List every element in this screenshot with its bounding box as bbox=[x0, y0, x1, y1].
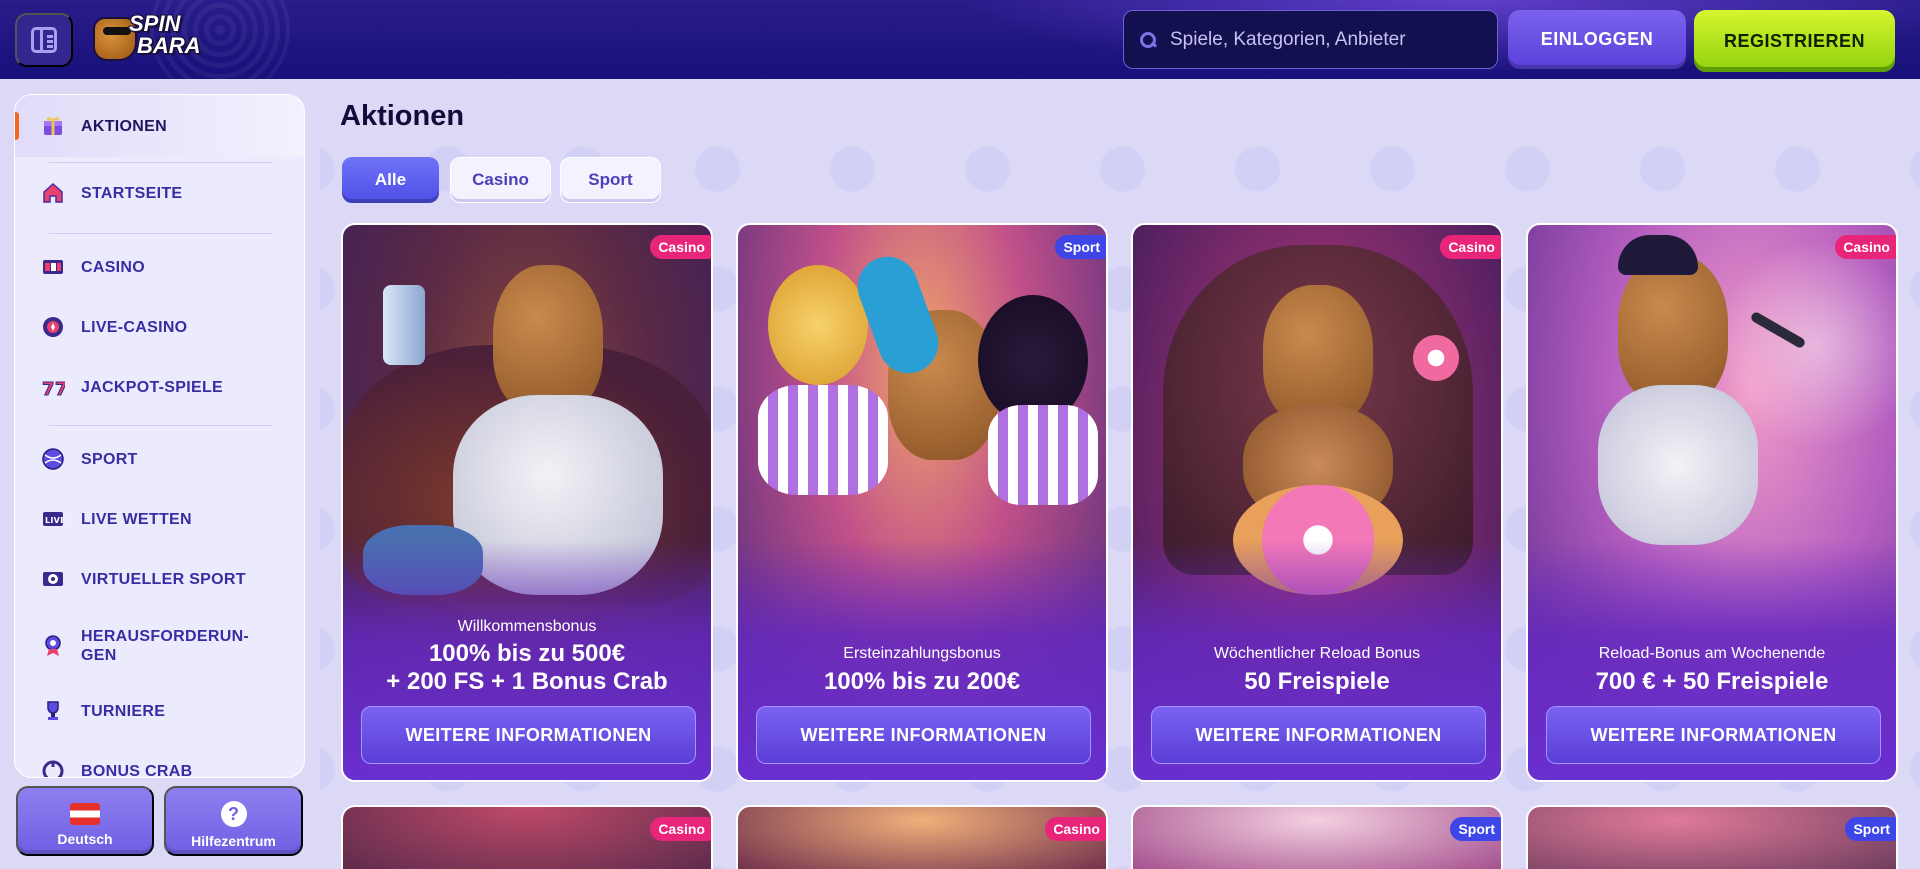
sidebar-item-startseite[interactable]: STARTSEITE bbox=[15, 167, 304, 219]
sidebar-item-bonus-crab[interactable]: BONUS CRAB bbox=[15, 745, 304, 778]
sidebar-divider bbox=[49, 233, 273, 234]
language-button[interactable]: Deutsch bbox=[16, 786, 154, 856]
filter-tab-sport[interactable]: Sport bbox=[560, 157, 661, 203]
sidebar-item-virtueller-sport[interactable]: VIRTUELLER SPORT bbox=[15, 553, 304, 605]
promotions-icon bbox=[41, 114, 65, 138]
help-label: Hilfezentrum bbox=[191, 833, 276, 849]
spinbara-logo[interactable]: SPIN BARA bbox=[93, 13, 223, 63]
category-tag-casino: Casino bbox=[1835, 235, 1896, 259]
card-subtitle: Willkommensbonus bbox=[457, 618, 597, 635]
sidebar-item-label: TURNIERE bbox=[81, 702, 166, 720]
help-center-button[interactable]: ? Hilfezentrum bbox=[164, 786, 303, 856]
sidebar-panel-icon bbox=[31, 27, 57, 53]
card-subtitle: Ersteinzahlungsbonus bbox=[843, 645, 1001, 662]
promo-card-weekend-reload[interactable]: Casino Reload-Bonus am Wochenende 700 € … bbox=[1526, 223, 1898, 782]
register-button[interactable]: REGISTRIEREN bbox=[1694, 10, 1895, 72]
challenges-icon bbox=[41, 634, 65, 658]
category-tag-sport: Sport bbox=[1055, 235, 1106, 259]
promo-card-weekly-reload[interactable]: Casino Wöchentlicher Reload Bonus 50 Fre… bbox=[1131, 223, 1503, 782]
sidebar-item-label: VIRTUELLER SPORT bbox=[81, 570, 246, 588]
logo-wordmark: SPIN BARA bbox=[129, 13, 201, 57]
logo-text-top: SPIN bbox=[129, 11, 181, 36]
card-subtitle: Reload-Bonus am Wochenende bbox=[1598, 645, 1826, 662]
svg-text:LIVE: LIVE bbox=[45, 516, 65, 525]
sidebar-item-aktionen[interactable]: AKTIONEN bbox=[15, 95, 304, 157]
promo-card-row2-1[interactable]: Casino bbox=[341, 805, 713, 869]
promo-card-row2-4[interactable]: Sport bbox=[1526, 805, 1898, 869]
more-info-button[interactable]: WEITERE INFORMATIONEN bbox=[1546, 706, 1881, 764]
login-button[interactable]: EINLOGGEN bbox=[1508, 10, 1686, 69]
sidebar-item-turniere[interactable]: TURNIERE bbox=[15, 685, 304, 737]
card-headline: 100% bis zu 200€ bbox=[823, 668, 1021, 695]
help-question-icon: ? bbox=[220, 801, 247, 827]
card-headline: 700 € + 50 Freispiele bbox=[1595, 668, 1829, 695]
virtual-sport-icon bbox=[41, 567, 65, 591]
casino-icon bbox=[41, 255, 65, 279]
category-tag-sport: Sport bbox=[1845, 817, 1896, 841]
sidebar-item-label: BONUS CRAB bbox=[81, 762, 193, 778]
sidebar-item-jackpot-spiele[interactable]: 77 JACKPOT-SPIELE bbox=[15, 361, 304, 413]
sidebar-item-sport[interactable]: SPORT bbox=[15, 433, 304, 485]
more-info-button[interactable]: WEITERE INFORMATIONEN bbox=[756, 706, 1091, 764]
card-headline-secondary: + 200 FS + 1 Bonus Crab bbox=[386, 668, 668, 695]
search-input[interactable] bbox=[1170, 28, 1470, 51]
sidebar-item-label: LIVE-CASINO bbox=[81, 318, 188, 336]
home-icon bbox=[41, 181, 65, 205]
card-headline: 100% bis zu 500€ bbox=[428, 640, 626, 667]
promo-card-row2-2[interactable]: Casino bbox=[736, 805, 1108, 869]
jackpot-icon: 77 bbox=[41, 375, 66, 400]
card-headline: 50 Freispiele bbox=[1244, 668, 1390, 695]
live-casino-icon bbox=[41, 315, 65, 339]
sidebar-divider bbox=[49, 425, 273, 426]
mascot-sunglasses bbox=[103, 27, 131, 35]
sidebar-item-label: SPORT bbox=[81, 450, 138, 468]
sidebar-divider bbox=[49, 162, 273, 163]
filter-tab-casino[interactable]: Casino bbox=[450, 157, 551, 203]
card-subtitle: Wöchentlicher Reload Bonus bbox=[1213, 645, 1421, 662]
sidebar-nav: AKTIONEN STARTSEITE CASINO LIVE-CASINO 7… bbox=[14, 94, 305, 778]
page-title: Aktionen bbox=[340, 100, 465, 132]
category-tag-sport: Sport bbox=[1450, 817, 1501, 841]
austria-flag-icon bbox=[70, 803, 100, 825]
sidebar-item-label: STARTSEITE bbox=[81, 184, 183, 202]
sport-ball-icon bbox=[41, 447, 65, 471]
sidebar-item-casino[interactable]: CASINO bbox=[15, 241, 304, 293]
category-tag-casino: Casino bbox=[650, 235, 711, 259]
sidebar-item-herausforderungen[interactable]: HERAUSFORDERUN-GEN bbox=[15, 615, 304, 677]
promo-card-first-deposit[interactable]: Sport Ersteinzahlungsbonus 100% bis zu 2… bbox=[736, 223, 1108, 782]
sidebar-item-label: HERAUSFORDERUN-GEN bbox=[81, 628, 250, 664]
promo-card-welcome-bonus[interactable]: Casino Willkommensbonus 100% bis zu 500€… bbox=[341, 223, 713, 782]
category-tag-casino: Casino bbox=[650, 817, 711, 841]
trophy-icon bbox=[41, 699, 65, 723]
sidebar-item-label: AKTIONEN bbox=[81, 117, 167, 135]
search-box[interactable] bbox=[1123, 10, 1498, 69]
bonus-crab-icon bbox=[41, 759, 65, 777]
sidebar-item-live-casino[interactable]: LIVE-CASINO bbox=[15, 301, 304, 353]
language-label: Deutsch bbox=[57, 831, 113, 847]
category-tag-casino: Casino bbox=[1045, 817, 1106, 841]
logo-text-bottom: BARA bbox=[137, 33, 201, 58]
live-bets-icon: LIVE bbox=[41, 507, 65, 531]
sidebar-item-label: CASINO bbox=[81, 258, 146, 276]
more-info-button[interactable]: WEITERE INFORMATIONEN bbox=[361, 706, 696, 764]
sidebar-item-label: JACKPOT-SPIELE bbox=[81, 378, 224, 396]
sidebar-item-live-wetten[interactable]: LIVE LIVE WETTEN bbox=[15, 493, 304, 545]
promo-card-row2-3[interactable]: Sport bbox=[1131, 805, 1503, 869]
sidebar-item-label: LIVE WETTEN bbox=[81, 510, 192, 528]
search-icon bbox=[1140, 31, 1156, 48]
svg-text:77: 77 bbox=[42, 379, 65, 399]
filter-tab-all[interactable]: Alle bbox=[342, 157, 439, 203]
sidebar-toggle-button[interactable] bbox=[15, 13, 73, 67]
more-info-button[interactable]: WEITERE INFORMATIONEN bbox=[1151, 706, 1486, 764]
category-tag-casino: Casino bbox=[1440, 235, 1501, 259]
